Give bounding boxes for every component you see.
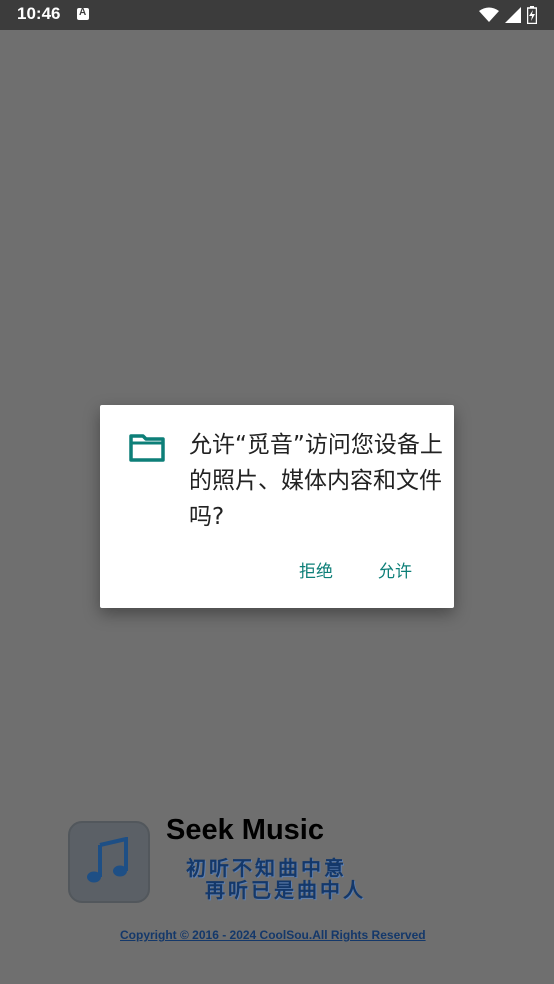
app-name: Seek Music [166, 814, 324, 846]
slogan-line-2: 再听已是曲中人 [205, 878, 366, 902]
dialog-message: 允许“觅音”访问您设备上的照片、媒体内容和文件吗? [189, 432, 443, 530]
status-time: 10:46 [17, 4, 61, 23]
permission-dialog: 允许“觅音”访问您设备上的照片、媒体内容和文件吗? 拒绝 允许 [100, 405, 454, 608]
allow-button[interactable]: 允许 [378, 557, 412, 582]
copyright-text: Copyright © 2016 - 2024 CoolSou.All Righ… [120, 928, 426, 942]
wifi-icon [479, 7, 499, 22]
deny-button[interactable]: 拒绝 [299, 557, 333, 582]
app-logo [68, 821, 150, 903]
status-bar: 10:46 [0, 0, 554, 30]
status-icons [479, 6, 537, 24]
folder-icon [129, 434, 165, 462]
music-note-icon [87, 837, 128, 883]
battery-icon [527, 6, 537, 24]
signal-icon [505, 7, 521, 23]
notification-a-icon [77, 7, 89, 20]
